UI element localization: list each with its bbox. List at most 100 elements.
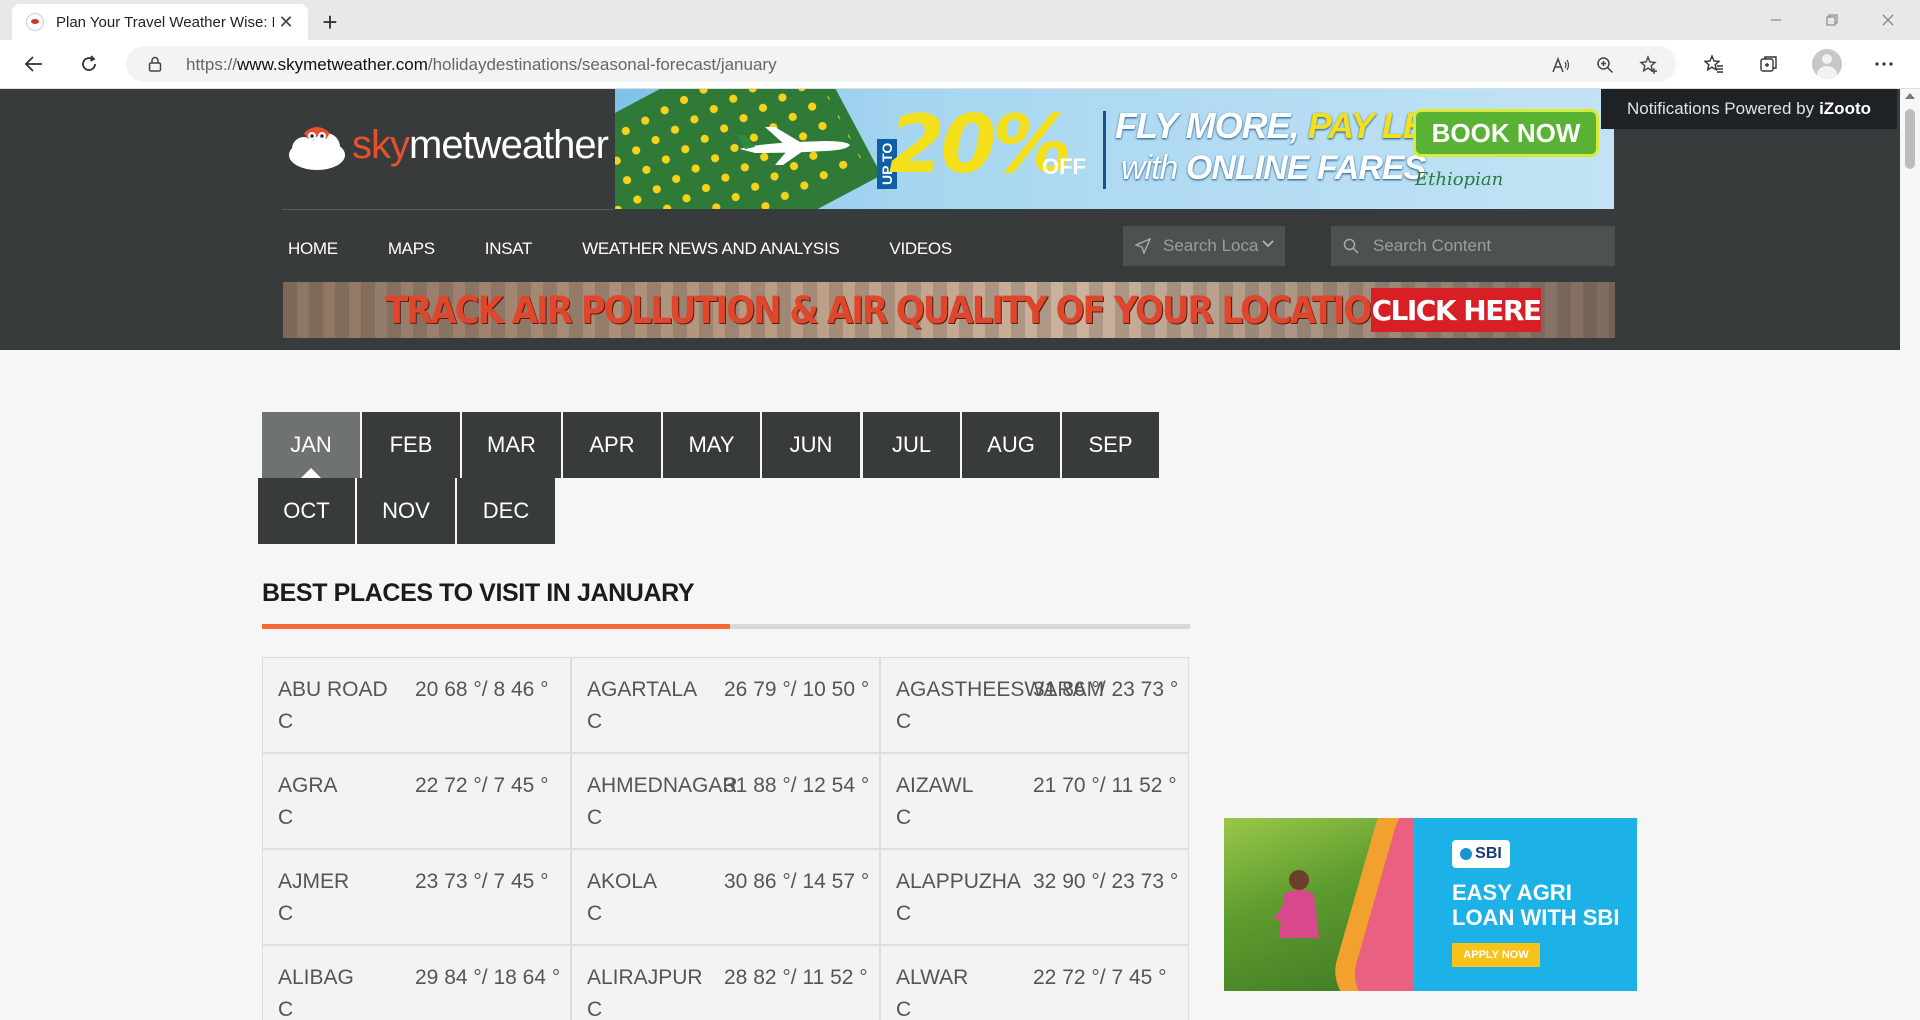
month-tab-mar[interactable]: MAR (462, 412, 561, 478)
notification-banner[interactable]: Notifications Powered by iZooto (1601, 89, 1897, 129)
scroll-up-arrow-icon[interactable] (1905, 93, 1915, 99)
place-temp: 22 72 °/ 7 45 ° (415, 774, 549, 797)
browser-toolbar: https://www.skymetweather.com/holidaydes… (0, 40, 1920, 89)
air-pollution-ad-banner[interactable]: TRACK AIR POLLUTION & AIR QUALITY OF YOU… (283, 282, 1615, 338)
month-tab-jan[interactable]: JAN (262, 412, 360, 478)
place-card[interactable]: AHMEDNAGAR 31 88 °/ 12 54 ° C (571, 753, 880, 849)
month-tab-may[interactable]: MAY (663, 412, 760, 478)
favorites-icon[interactable] (1696, 46, 1732, 82)
minimize-window-button[interactable] (1748, 0, 1804, 40)
nav-maps[interactable]: MAPS (388, 239, 435, 259)
apply-now-button[interactable]: APPLY NOW (1452, 943, 1540, 967)
back-arrow-icon[interactable] (16, 46, 52, 82)
zoom-icon[interactable] (1592, 52, 1618, 78)
collections-icon[interactable] (1751, 46, 1787, 82)
place-card[interactable]: AIZAWL 21 70 °/ 11 52 ° C (880, 753, 1189, 849)
place-name: AIZAWL (896, 774, 974, 797)
logo-sky: sky (352, 122, 410, 167)
search-location-input[interactable]: Search Loca (1123, 226, 1285, 266)
place-card[interactable]: AGARTALA 26 79 °/ 10 50 ° C (571, 657, 880, 753)
sbi-logo: SBI (1452, 840, 1510, 868)
place-unit: C (896, 710, 912, 733)
browser-tab[interactable]: Plan Your Travel Weather Wise: B ✕ (12, 4, 308, 40)
air-pollution-ad-text: TRACK AIR POLLUTION & AIR QUALITY OF YOU… (385, 289, 1399, 333)
place-name: ALIRAJPUR (587, 966, 703, 989)
month-tab-jul[interactable]: JUL (863, 412, 960, 478)
nav-weather-news[interactable]: WEATHER NEWS AND ANALYSIS (582, 239, 840, 259)
scroll-thumb[interactable] (1905, 109, 1915, 169)
place-temp: 31 86 °/ 23 73 ° (1033, 678, 1179, 701)
month-tab-nov[interactable]: NOV (357, 478, 455, 544)
place-unit: C (278, 902, 294, 925)
place-card[interactable]: ALWAR 22 72 °/ 7 45 ° C (880, 945, 1189, 1020)
place-unit: C (278, 998, 294, 1020)
place-name: AHMEDNAGAR (587, 774, 738, 797)
month-tab-jun[interactable]: JUN (762, 412, 860, 478)
notification-text: Notifications Powered by (1626, 99, 1815, 118)
logo-metweather: metweather (409, 122, 609, 167)
place-unit: C (587, 806, 603, 829)
skymet-logo[interactable]: skymetweather (286, 119, 609, 171)
search-location-placeholder: Search Loca (1163, 236, 1259, 255)
month-tab-sep[interactable]: SEP (1062, 412, 1159, 478)
search-icon (1343, 238, 1359, 254)
place-card[interactable]: AGASTHEESWARAM 31 86 °/ 23 73 ° C (880, 657, 1189, 753)
page-scrollbar[interactable] (1900, 89, 1920, 1020)
nav-videos[interactable]: VIDEOS (889, 239, 952, 259)
month-tab-oct[interactable]: OCT (258, 478, 355, 544)
ad-with: with (1121, 149, 1178, 187)
month-tab-dec[interactable]: DEC (457, 478, 555, 544)
place-unit: C (278, 806, 294, 829)
ad-divider (1103, 111, 1106, 189)
refresh-icon[interactable] (71, 46, 107, 82)
place-card[interactable]: ALAPPUZHA 32 90 °/ 23 73 ° C (880, 849, 1189, 945)
profile-avatar-icon[interactable] (1812, 49, 1842, 79)
restore-window-button[interactable] (1804, 0, 1860, 40)
place-card[interactable]: ALIRAJPUR 28 82 °/ 11 52 ° C (571, 945, 880, 1020)
place-card[interactable]: AKOLA 30 86 °/ 14 57 ° C (571, 849, 880, 945)
ethiopian-airlines-ad-banner[interactable]: UP TO 20% OFF FLY MORE, PAY LESS with ON… (615, 89, 1614, 209)
place-unit: C (587, 998, 603, 1020)
url-path: /holidaydestinations/seasonal-forecast/j… (427, 55, 777, 74)
owl-cloud-logo-icon (289, 127, 345, 170)
section-title-accent (262, 624, 730, 629)
new-tab-button[interactable]: + (314, 6, 346, 38)
place-temp: 20 68 °/ 8 46 ° (415, 678, 549, 701)
address-bar[interactable]: https://www.skymetweather.com/holidaydes… (126, 46, 1676, 82)
lock-icon[interactable] (148, 56, 162, 72)
section-title-underline (262, 624, 1190, 629)
month-tab-aug[interactable]: AUG (962, 412, 1060, 478)
place-unit: C (896, 902, 912, 925)
more-options-icon[interactable] (1866, 46, 1902, 82)
close-window-button[interactable] (1860, 0, 1916, 40)
nav-insat[interactable]: INSAT (485, 239, 533, 259)
place-name: AJMER (278, 870, 350, 893)
click-here-button[interactable]: CLICK HERE (1371, 288, 1542, 332)
place-temp: 21 70 °/ 11 52 ° (1033, 774, 1177, 797)
url-text[interactable]: https://www.skymetweather.com/holidaydes… (186, 55, 777, 75)
section-title: BEST PLACES TO VISIT IN JANUARY (262, 579, 695, 607)
book-now-button[interactable]: BOOK NOW (1413, 109, 1599, 157)
search-content-placeholder: Search Content (1373, 236, 1492, 255)
add-favorite-icon[interactable] (1636, 52, 1662, 78)
place-name: ABU ROAD (278, 678, 388, 701)
place-temp: 32 90 °/ 23 73 ° (1033, 870, 1179, 893)
place-card[interactable]: ALIBAG 29 84 °/ 18 64 ° C (262, 945, 571, 1020)
tea-picker-figure (1274, 870, 1319, 938)
close-tab-icon[interactable]: ✕ (274, 10, 298, 34)
place-name: ALWAR (896, 966, 969, 989)
place-unit: C (896, 998, 912, 1020)
sbi-agri-loan-ad[interactable]: SBI EASY AGRI LOAN WITH SBI APPLY NOW (1224, 818, 1637, 991)
month-tab-feb[interactable]: FEB (362, 412, 460, 478)
place-unit: C (587, 710, 603, 733)
place-temp: 23 73 °/ 7 45 ° (415, 870, 549, 893)
search-content-input[interactable]: Search Content (1331, 226, 1615, 266)
nav-home[interactable]: HOME (288, 239, 338, 259)
chevron-down-icon[interactable] (1261, 236, 1275, 250)
month-tab-apr[interactable]: APR (563, 412, 661, 478)
read-aloud-icon[interactable] (1548, 52, 1574, 78)
place-card[interactable]: ABU ROAD 20 68 °/ 8 46 ° C (262, 657, 571, 753)
place-card[interactable]: AGRA 22 72 °/ 7 45 ° C (262, 753, 571, 849)
logo-wordmark: skymetweather (352, 122, 609, 168)
place-card[interactable]: AJMER 23 73 °/ 7 45 ° C (262, 849, 571, 945)
